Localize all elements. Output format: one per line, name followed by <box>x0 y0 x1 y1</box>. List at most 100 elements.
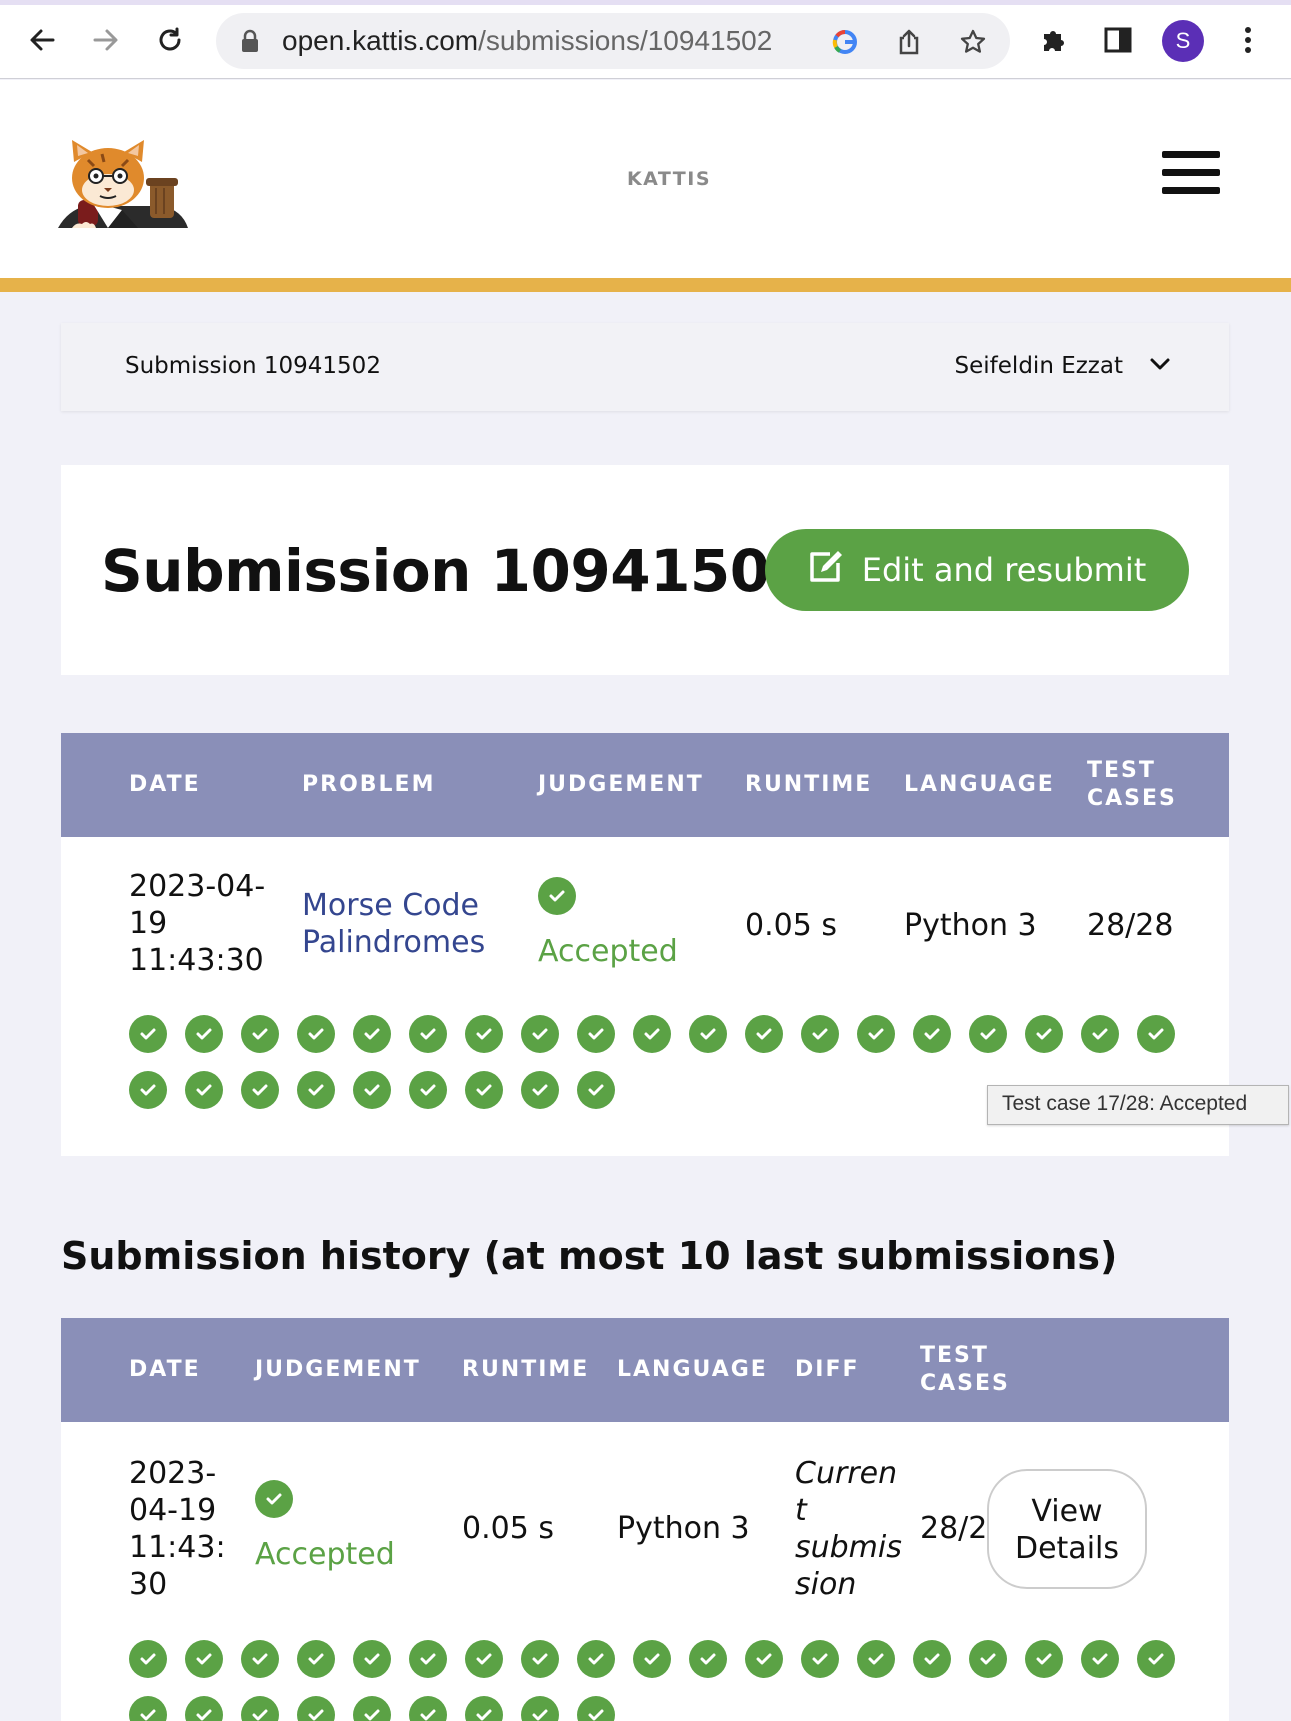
date-line: 11:43:30 <box>129 943 264 978</box>
test-case-check-icon[interactable] <box>409 1015 447 1053</box>
test-case-check-icon[interactable] <box>689 1640 727 1678</box>
google-icon[interactable] <box>830 27 860 57</box>
test-case-check-icon[interactable] <box>689 1015 727 1053</box>
test-case-check-icon[interactable] <box>185 1071 223 1109</box>
profile-avatar[interactable]: S <box>1162 20 1204 62</box>
test-case-check-icon[interactable] <box>241 1640 279 1678</box>
test-case-check-icon[interactable] <box>1025 1015 1063 1053</box>
test-case-check-icon[interactable] <box>521 1015 559 1053</box>
test-case-check-icon[interactable] <box>577 1696 615 1721</box>
test-case-check-icon[interactable] <box>465 1015 503 1053</box>
test-case-check-icon[interactable] <box>353 1696 391 1721</box>
edit-icon <box>808 549 844 591</box>
test-case-check-icon[interactable] <box>353 1071 391 1109</box>
test-case-check-icon[interactable] <box>185 1640 223 1678</box>
test-case-check-icon[interactable] <box>1025 1640 1063 1678</box>
test-case-check-icon[interactable] <box>465 1640 503 1678</box>
test-case-check-icon[interactable] <box>745 1640 783 1678</box>
submission-date: 2023-04- 19 11:43:30 <box>129 868 265 979</box>
language-value: Python 3 <box>904 908 1037 943</box>
history-judgement: Accepted <box>255 1537 395 1572</box>
test-case-check-icon[interactable] <box>969 1640 1007 1678</box>
breadcrumb: Submission 10941502 Seifeldin Ezzat <box>61 323 1229 411</box>
test-case-check-icon[interactable] <box>857 1640 895 1678</box>
history-diff: Curren t submis sion <box>795 1455 902 1603</box>
view-details-button[interactable]: View Details <box>987 1469 1147 1589</box>
diff-line: Curren <box>795 1456 898 1491</box>
test-case-check-icon[interactable] <box>1081 1015 1119 1053</box>
test-case-check-icon[interactable] <box>521 1696 559 1721</box>
history-title: Submission history (at most 10 last subm… <box>61 1234 1118 1278</box>
col-judgement: JUDGEMENT <box>255 1357 421 1382</box>
test-case-check-icon[interactable] <box>1137 1015 1175 1053</box>
test-case-check-icon[interactable] <box>913 1640 951 1678</box>
forward-icon[interactable] <box>86 20 126 60</box>
test-case-check-icon[interactable] <box>409 1696 447 1721</box>
test-case-check-icon[interactable] <box>241 1696 279 1721</box>
view-details-line: Details <box>1014 1531 1119 1566</box>
url-path: /submissions/10941502 <box>478 25 773 56</box>
col-test-cases-line: CASES <box>920 1371 1010 1396</box>
test-case-check-icon[interactable] <box>353 1015 391 1053</box>
problem-line: Palindromes <box>302 925 486 960</box>
test-case-check-icon[interactable] <box>633 1640 671 1678</box>
brand-name[interactable]: KATTIS <box>0 168 1291 190</box>
diff-line: sion <box>795 1567 857 1602</box>
test-case-check-icon[interactable] <box>129 1071 167 1109</box>
test-case-check-icon[interactable] <box>409 1071 447 1109</box>
test-case-check-icon[interactable] <box>745 1015 783 1053</box>
test-case-check-icon[interactable] <box>185 1696 223 1721</box>
test-case-check-icon[interactable] <box>241 1015 279 1053</box>
address-bar[interactable]: open.kattis.com/submissions/10941502 <box>216 13 1010 69</box>
test-case-check-icon[interactable] <box>1081 1640 1119 1678</box>
test-case-check-icon[interactable] <box>129 1696 167 1721</box>
test-case-check-icon[interactable] <box>633 1015 671 1053</box>
test-case-check-icon[interactable] <box>577 1071 615 1109</box>
test-case-check-icon[interactable] <box>409 1640 447 1678</box>
back-icon[interactable] <box>22 20 62 60</box>
test-case-check-icon[interactable] <box>801 1640 839 1678</box>
side-panel-icon[interactable] <box>1100 22 1136 58</box>
site-header: KATTIS <box>0 80 1291 278</box>
test-case-check-icon[interactable] <box>241 1071 279 1109</box>
share-icon[interactable] <box>894 27 924 57</box>
user-menu[interactable]: Seifeldin Ezzat <box>955 353 1123 379</box>
test-case-check-icon[interactable] <box>129 1640 167 1678</box>
diff-line: t <box>795 1493 807 1528</box>
col-diff: DIFF <box>795 1357 860 1382</box>
test-case-check-icon[interactable] <box>801 1015 839 1053</box>
problem-link[interactable]: Morse Code Palindromes <box>302 887 485 961</box>
test-case-check-icon[interactable] <box>521 1071 559 1109</box>
extensions-icon[interactable] <box>1036 22 1072 58</box>
more-icon[interactable] <box>1230 22 1266 58</box>
reload-icon[interactable] <box>150 20 190 60</box>
test-case-check-icon[interactable] <box>969 1015 1007 1053</box>
test-case-check-icon[interactable] <box>913 1015 951 1053</box>
test-case-check-icon[interactable] <box>521 1640 559 1678</box>
test-case-check-icon[interactable] <box>353 1640 391 1678</box>
test-case-check-icon[interactable] <box>577 1015 615 1053</box>
chevron-down-icon[interactable] <box>1149 353 1171 379</box>
edit-resubmit-button[interactable]: Edit and resubmit <box>765 529 1189 611</box>
menu-bar <box>1162 187 1220 194</box>
runtime-value: 0.05 s <box>745 908 837 943</box>
view-details-line: View <box>1031 1494 1103 1529</box>
page-title: Submission 10941502 <box>101 537 810 605</box>
test-case-check-icon[interactable] <box>577 1640 615 1678</box>
star-icon[interactable] <box>958 27 988 57</box>
test-case-check-icon[interactable] <box>857 1015 895 1053</box>
col-test-cases: TEST CASES <box>1087 757 1177 813</box>
test-case-check-icon[interactable] <box>1137 1640 1175 1678</box>
breadcrumb-title: Submission 10941502 <box>125 353 381 379</box>
menu-icon[interactable] <box>1162 151 1220 201</box>
test-case-check-icon[interactable] <box>297 1696 335 1721</box>
col-date: DATE <box>129 1357 201 1382</box>
date-line: 04-19 <box>129 1493 217 1528</box>
test-case-check-icon[interactable] <box>297 1015 335 1053</box>
test-case-check-icon[interactable] <box>465 1696 503 1721</box>
test-case-check-icon[interactable] <box>129 1015 167 1053</box>
test-case-check-icon[interactable] <box>297 1071 335 1109</box>
test-case-check-icon[interactable] <box>297 1640 335 1678</box>
test-case-check-icon[interactable] <box>465 1071 503 1109</box>
test-case-check-icon[interactable] <box>185 1015 223 1053</box>
